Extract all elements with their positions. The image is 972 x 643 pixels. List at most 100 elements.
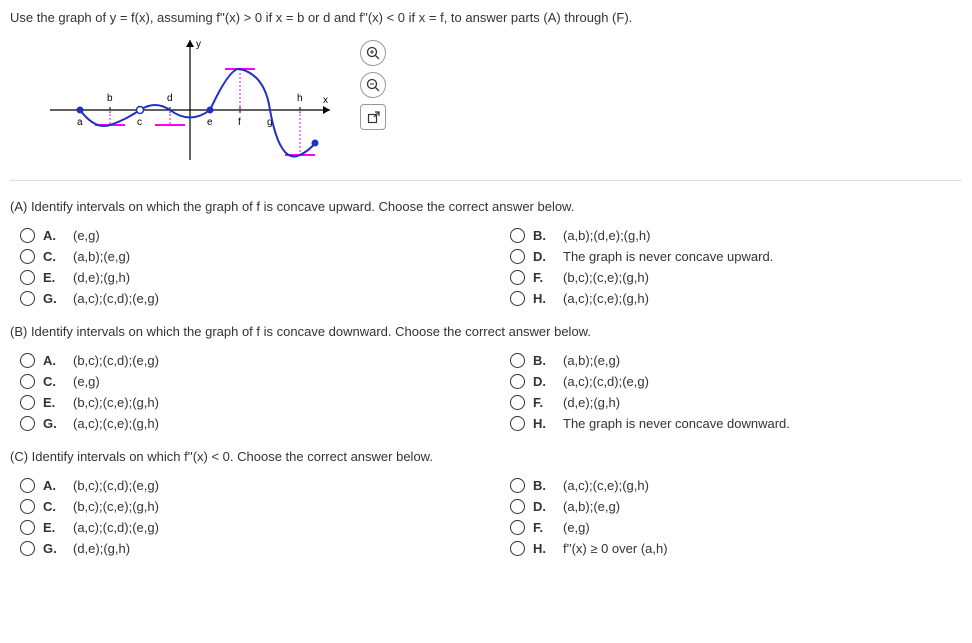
radio-icon[interactable] <box>510 520 525 535</box>
section-header: (A) Identify intervals on which the grap… <box>10 199 962 214</box>
x-axis-label: x <box>323 95 328 106</box>
option-letter: G. <box>43 291 57 306</box>
function-graph: y x a b c d e f g h <box>40 35 340 165</box>
radio-icon[interactable] <box>510 291 525 306</box>
option-text: (d,e);(g,h) <box>563 395 620 410</box>
option-letter: B. <box>533 353 547 368</box>
option-letter: D. <box>533 374 547 389</box>
option-letter: G. <box>43 416 57 431</box>
answer-option[interactable]: B.(a,b);(d,e);(g,h) <box>510 228 962 243</box>
zoom-out-icon[interactable] <box>360 72 386 98</box>
answer-option[interactable]: G. (a,c);(c,e);(g,h) <box>20 416 510 431</box>
answer-option[interactable]: D.(a,b);(e,g) <box>510 499 962 514</box>
option-letter: F. <box>533 520 547 535</box>
answer-option[interactable]: B. (a,c);(c,e);(g,h) <box>510 478 962 493</box>
radio-icon[interactable] <box>20 270 35 285</box>
radio-icon[interactable] <box>20 541 35 556</box>
answer-option[interactable]: E. (d,e);(g,h) <box>20 270 510 285</box>
option-text: (d,e);(g,h) <box>73 541 130 556</box>
radio-icon[interactable] <box>510 499 525 514</box>
divider <box>10 180 962 181</box>
radio-icon[interactable] <box>20 520 35 535</box>
answer-option[interactable]: E. (b,c);(c,e);(g,h) <box>20 395 510 410</box>
radio-icon[interactable] <box>20 291 35 306</box>
option-letter: C. <box>43 499 57 514</box>
zoom-in-icon[interactable] <box>360 40 386 66</box>
option-letter: H. <box>533 416 547 431</box>
radio-icon[interactable] <box>20 416 35 431</box>
option-text: (b,c);(c,e);(g,h) <box>73 395 159 410</box>
answer-option[interactable]: C.(a,b);(e,g) <box>20 249 510 264</box>
answer-option[interactable]: F. (e,g) <box>510 520 962 535</box>
option-letter: B. <box>533 478 547 493</box>
radio-icon[interactable] <box>20 249 35 264</box>
radio-icon[interactable] <box>20 395 35 410</box>
answer-option[interactable]: D. (a,c);(c,d);(e,g) <box>510 374 962 389</box>
answer-option[interactable]: D. The graph is never concave upward. <box>510 249 962 264</box>
answer-option[interactable]: H. (a,c);(c,e);(g,h) <box>510 291 962 306</box>
radio-icon[interactable] <box>510 228 525 243</box>
answer-option[interactable]: C. (b,c);(c,e);(g,h) <box>20 499 510 514</box>
answer-option[interactable]: B.(a,b);(e,g) <box>510 353 962 368</box>
option-text: (a,c);(c,d);(e,g) <box>73 520 159 535</box>
radio-icon[interactable] <box>20 228 35 243</box>
option-letter: B. <box>533 228 547 243</box>
option-text: (d,e);(g,h) <box>73 270 130 285</box>
radio-icon[interactable] <box>510 478 525 493</box>
option-text: (a,c);(c,e);(g,h) <box>563 478 649 493</box>
option-letter: D. <box>533 249 547 264</box>
option-text: (e,g) <box>73 228 100 243</box>
radio-icon[interactable] <box>510 374 525 389</box>
option-letter: G. <box>43 541 57 556</box>
radio-icon[interactable] <box>510 416 525 431</box>
answer-option[interactable]: A.(b,c);(c,d);(e,g) <box>20 353 510 368</box>
option-text: (b,c);(c,d);(e,g) <box>73 353 159 368</box>
option-text: (b,c);(c,d);(e,g) <box>73 478 159 493</box>
question-prompt: Use the graph of y = f(x), assuming f''(… <box>10 10 962 25</box>
answer-option[interactable]: A.(e,g) <box>20 228 510 243</box>
answer-option[interactable]: F. (d,e);(g,h) <box>510 395 962 410</box>
option-letter: F. <box>533 270 547 285</box>
radio-icon[interactable] <box>20 499 35 514</box>
section-header: (B) Identify intervals on which the grap… <box>10 324 962 339</box>
option-letter: D. <box>533 499 547 514</box>
option-letter: F. <box>533 395 547 410</box>
option-text: f''(x) ≥ 0 over (a,h) <box>563 541 668 556</box>
answer-option[interactable]: F. (b,c);(c,e);(g,h) <box>510 270 962 285</box>
answer-option[interactable]: G. (d,e);(g,h) <box>20 541 510 556</box>
option-letter: H. <box>533 291 547 306</box>
option-text: (e,g) <box>73 374 100 389</box>
popout-icon[interactable] <box>360 104 386 130</box>
radio-icon[interactable] <box>20 478 35 493</box>
answer-option[interactable]: G.(a,c);(c,d);(e,g) <box>20 291 510 306</box>
radio-icon[interactable] <box>510 270 525 285</box>
answer-option[interactable]: H. f''(x) ≥ 0 over (a,h) <box>510 541 962 556</box>
svg-text:a: a <box>77 117 83 128</box>
option-text: (a,c);(c,e);(g,h) <box>563 291 649 306</box>
option-text: (b,c);(c,e);(g,h) <box>563 270 649 285</box>
option-text: (a,b);(e,g) <box>73 249 130 264</box>
svg-text:f: f <box>238 117 241 128</box>
answer-option[interactable]: C.(e,g) <box>20 374 510 389</box>
option-letter: E. <box>43 520 57 535</box>
section-header: (C) Identify intervals on which f''(x) <… <box>10 449 962 464</box>
option-letter: E. <box>43 395 57 410</box>
radio-icon[interactable] <box>510 395 525 410</box>
option-letter: E. <box>43 270 57 285</box>
radio-icon[interactable] <box>510 249 525 264</box>
answer-option[interactable]: E. (a,c);(c,d);(e,g) <box>20 520 510 535</box>
answer-option[interactable]: A. (b,c);(c,d);(e,g) <box>20 478 510 493</box>
radio-icon[interactable] <box>510 353 525 368</box>
option-letter: H. <box>533 541 547 556</box>
svg-text:c: c <box>137 117 142 128</box>
radio-icon[interactable] <box>20 374 35 389</box>
answer-option[interactable]: H.The graph is never concave downward. <box>510 416 962 431</box>
radio-icon[interactable] <box>510 541 525 556</box>
radio-icon[interactable] <box>20 353 35 368</box>
option-text: (a,c);(c,d);(e,g) <box>563 374 649 389</box>
option-letter: A. <box>43 478 57 493</box>
option-text: (b,c);(c,e);(g,h) <box>73 499 159 514</box>
option-text: (a,c);(c,e);(g,h) <box>73 416 159 431</box>
option-text: The graph is never concave upward. <box>563 249 773 264</box>
option-text: (e,g) <box>563 520 590 535</box>
